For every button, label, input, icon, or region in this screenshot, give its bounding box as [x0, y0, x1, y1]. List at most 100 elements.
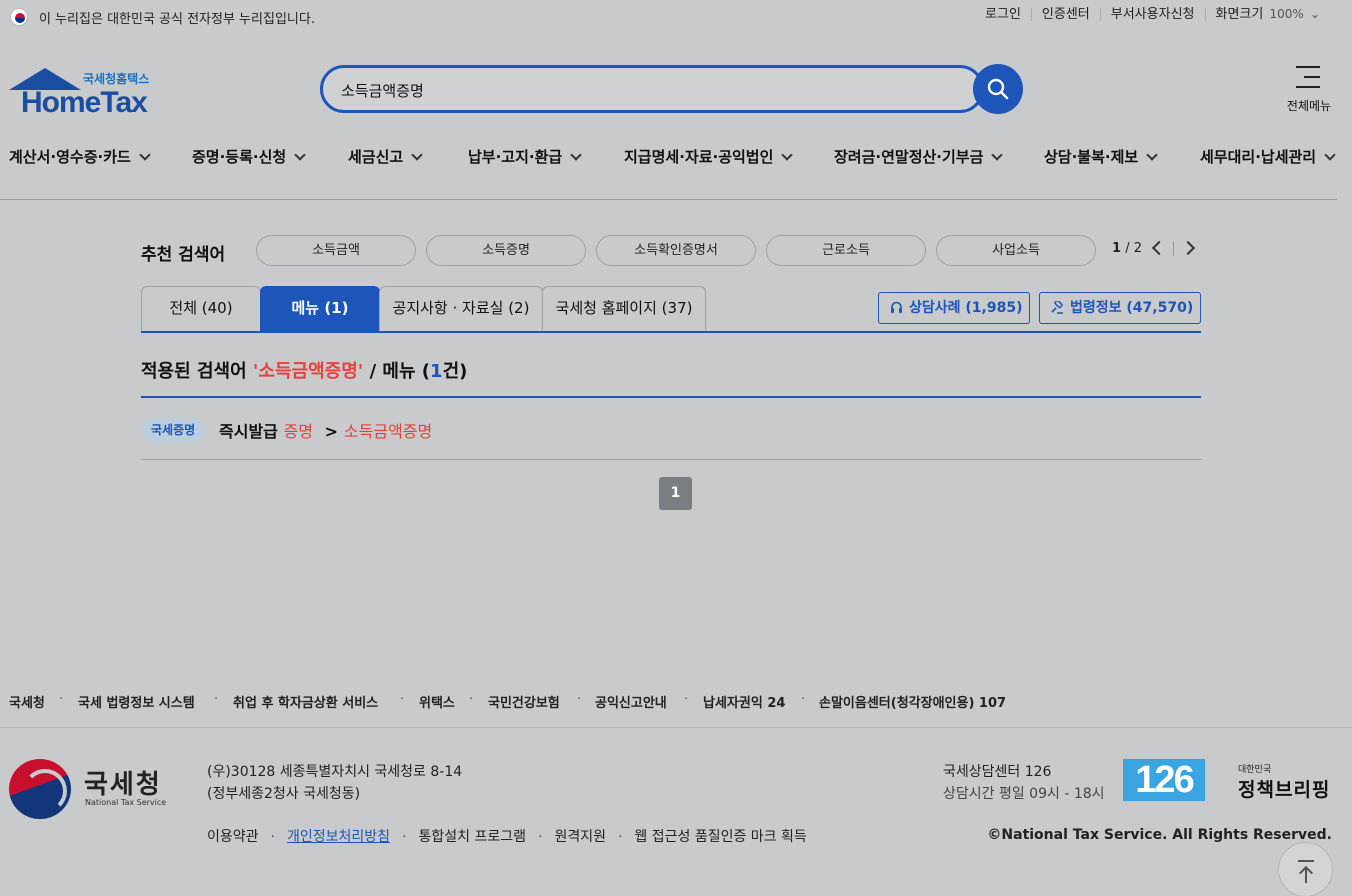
accessibility-mark-link[interactable]: 웹 접근성 품질인증 마크 획득 [634, 829, 806, 845]
crumb-income-cert: 소득금액증명 [343, 422, 433, 441]
footer-dot: · [801, 692, 806, 707]
footer-dot: · [400, 692, 405, 707]
gnb-label: 지급명세·자료·공익법인 [624, 148, 774, 166]
footer-link[interactable]: 국민건강보험 [488, 692, 560, 711]
gnb-item-payment[interactable]: 납부·고지·환급 [468, 146, 582, 167]
category-badge: 국세증명 [141, 418, 206, 442]
gnb-item-agent[interactable]: 세무대리·납세관리 [1200, 146, 1336, 167]
gnb-label: 납부·고지·환급 [468, 148, 563, 166]
chevron-right-icon[interactable] [1180, 240, 1196, 256]
privacy-policy-link[interactable]: 개인정보처리방침 [287, 829, 390, 845]
remote-support-link[interactable]: 원격지원 [554, 829, 606, 845]
hamburger-icon [1296, 66, 1320, 96]
nts-emblem-icon [9, 759, 71, 819]
law-info-button[interactable]: 법령정보 (47,570) [1039, 292, 1201, 324]
gnb-item-tax-return[interactable]: 세금신고 [348, 146, 423, 167]
screen-size-label: 화면크기 [1215, 7, 1264, 22]
gnb-item-consult[interactable]: 상담·불복·제보 [1044, 146, 1158, 167]
arrow-up-stem [1305, 869, 1307, 883]
chevron-down-icon [1146, 149, 1158, 161]
result-tabs: 전체 (40) 메뉴 (1) 공지사항 · 자료실 (2) 국세청 홈페이지 (… [141, 286, 1201, 333]
site-footer: 국세청 National Tax Service (우)30128 세종특별자치… [0, 728, 1352, 896]
applied-count: 1 [430, 361, 443, 382]
applied-query: '소득금액증명' [252, 361, 364, 382]
utility-menu: 로그인 인증센터 부서사용자신청 화면크기 100% ⌄ [975, 8, 1330, 21]
hometax-logo[interactable]: 국세청홈택스 HomeTax [9, 68, 159, 119]
search-box [320, 65, 984, 113]
crumb-cert: 증명 [283, 422, 313, 441]
tab-notice[interactable]: 공지사항 · 자료실 (2) [379, 286, 543, 331]
policy-briefing-logo[interactable]: 대한민국 정책브리핑 [1238, 762, 1330, 802]
address: (우)30128 세종특별자치시 국세청로 8-14 (정부세종2청사 국세청동… [207, 761, 462, 805]
gavel-icon [1051, 301, 1063, 314]
law-info-label: 법령정보 (47,570) [1070, 300, 1194, 316]
gnb-item-incentive[interactable]: 장려금·연말정산·기부금 [834, 146, 1004, 167]
tab-all[interactable]: 전체 (40) [141, 286, 261, 331]
page-button-current[interactable]: 1 [659, 477, 692, 510]
footer-dot: · [214, 692, 219, 707]
gnb-item-invoice[interactable]: 계산서·영수증·카드 [9, 146, 151, 167]
address-line-1: (우)30128 세종특별자치시 국세청로 8-14 [207, 764, 463, 780]
global-nav: 계산서·영수증·카드 증명·등록·신청 세금신고 납부·고지·환급 지급명세·자… [0, 146, 1352, 172]
gnb-item-certificate[interactable]: 증명·등록·신청 [192, 146, 306, 167]
page-scrollbar[interactable] [1337, 34, 1352, 675]
copyright: ©National Tax Service. All Rights Reserv… [987, 827, 1332, 843]
chevron-left-icon[interactable] [1151, 240, 1167, 256]
footer-link[interactable]: 국세청 [9, 692, 45, 711]
headset-icon [891, 301, 902, 313]
recommend-chip[interactable]: 소득확인증명서 [596, 235, 756, 266]
install-program-link[interactable]: 통합설치 프로그램 [418, 829, 526, 845]
terms-link[interactable]: 이용약관 [207, 829, 259, 845]
footer-link[interactable]: 위택스 [419, 692, 455, 711]
gnb-label: 증명·등록·신청 [192, 148, 287, 166]
gnb-item-statement[interactable]: 지급명세·자료·공익법인 [624, 146, 794, 167]
result-item[interactable]: 국세증명 즉시발급 증명 > 소득금액증명 [141, 417, 1201, 460]
cert-center-link[interactable]: 인증센터 [1030, 8, 1100, 21]
logo-small-text: 국세청홈택스 [83, 72, 150, 86]
tab-menu[interactable]: 메뉴 (1) [260, 286, 380, 331]
footer-link[interactable]: 손말이음센터(청각장애인용) 107 [819, 692, 1006, 711]
result-breadcrumb[interactable]: 즉시발급 증명 > 소득금액증명 [219, 418, 432, 442]
gov-banner: 이 누리집은 대한민국 공식 전자정부 누리집입니다. 로그인 인증센터 부서사… [0, 0, 1352, 34]
recommend-chip[interactable]: 근로소득 [766, 235, 926, 266]
screen-size-control[interactable]: 화면크기 100% ⌄ [1204, 7, 1331, 22]
footer-link[interactable]: 취업 후 학자금상환 서비스 [233, 692, 378, 711]
consult-cases-button[interactable]: 상담사례 (1,985) [878, 292, 1030, 324]
recommend-chip[interactable]: 소득증명 [426, 235, 586, 266]
nts-logo-text: 국세청 [84, 770, 162, 800]
recommend-chip[interactable]: 소득금액 [256, 235, 416, 266]
chevron-down-icon [570, 149, 582, 161]
login-link[interactable]: 로그인 [975, 8, 1031, 21]
arrow-up-icon [1298, 860, 1314, 862]
footer-link[interactable]: 납세자권익 24 [703, 692, 785, 711]
consult-center-name: 국세상담센터 126 [943, 764, 1052, 780]
search-icon [987, 78, 1009, 100]
gnb-label: 장려금·연말정산·기부금 [834, 148, 984, 166]
badge-126-logo[interactable]: 126 [1123, 759, 1205, 801]
applied-prefix: 적용된 검색어 [141, 361, 253, 382]
consult-center-hours: 상담시간 평일 09시 - 18시 [943, 786, 1105, 802]
chevron-down-icon: ⌄ [1309, 7, 1320, 21]
gnb-label: 계산서·영수증·카드 [9, 148, 131, 166]
chevron-down-icon [781, 149, 794, 161]
footer-link[interactable]: 국세 법령정보 시스템 [78, 692, 195, 711]
recommend-chip[interactable]: 사업소득 [936, 235, 1096, 266]
briefing-small-text: 대한민국 [1238, 765, 1272, 775]
search-button[interactable] [973, 64, 1023, 114]
address-line-2: (정부세종2청사 국세청동) [207, 786, 361, 802]
briefing-large-text: 정책브리핑 [1238, 779, 1331, 801]
scroll-to-top-button[interactable] [1278, 842, 1333, 896]
tab-nts-homepage[interactable]: 국세청 홈페이지 (37) [542, 286, 706, 331]
site-header: 국세청홈택스 HomeTax 전체메뉴 계산서·영수증·카드 증명·등록·신청 … [0, 34, 1352, 200]
dept-user-link[interactable]: 부서사용자신청 [1099, 8, 1205, 21]
footer-link[interactable]: 공익신고안내 [595, 692, 667, 711]
all-menu-button[interactable]: 전체메뉴 [1280, 64, 1338, 116]
gnb-label: 세무대리·납세관리 [1200, 148, 1317, 166]
applied-query-heading: 적용된 검색어 '소득금액증명' / 메뉴 (1건) [141, 357, 1201, 398]
gnb-label: 상담·불복·제보 [1044, 148, 1139, 166]
chevron-down-icon [411, 149, 423, 161]
korea-flag-icon [10, 8, 28, 26]
gov-banner-text[interactable]: 이 누리집은 대한민국 공식 전자정부 누리집입니다. [39, 8, 315, 27]
search-input[interactable] [341, 78, 941, 102]
chevron-down-icon [139, 149, 151, 161]
